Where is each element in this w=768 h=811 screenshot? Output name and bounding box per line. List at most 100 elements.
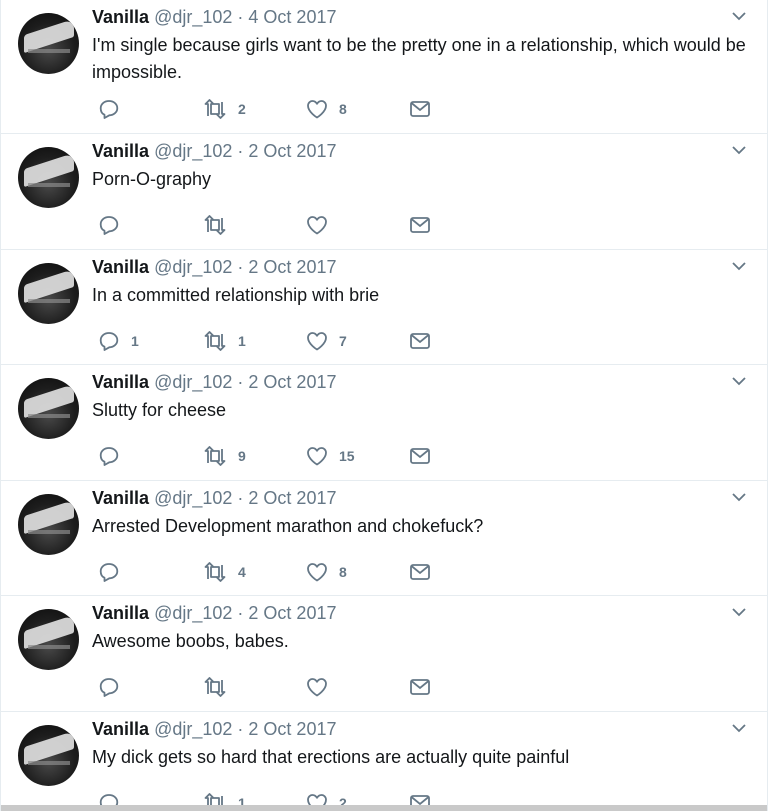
separator-dot: · bbox=[237, 257, 244, 277]
reply-icon bbox=[99, 678, 119, 697]
direct-message-button[interactable] bbox=[408, 444, 432, 468]
tweet-date[interactable]: 2 Oct 2017 bbox=[248, 603, 336, 623]
tweet-text: Porn-O-graphy bbox=[92, 169, 212, 189]
chevron-down-icon[interactable] bbox=[731, 144, 747, 156]
like-count: 8 bbox=[339, 101, 347, 117]
user-handle[interactable]: @djr_102 bbox=[154, 603, 232, 623]
direct-message-button[interactable] bbox=[408, 213, 432, 237]
retweet-button[interactable] bbox=[202, 213, 238, 237]
direct-message-button[interactable] bbox=[408, 329, 432, 353]
reply-button[interactable] bbox=[97, 97, 131, 121]
heart-icon bbox=[307, 678, 327, 697]
heart-icon bbox=[307, 100, 327, 119]
display-name[interactable]: Vanilla bbox=[92, 488, 149, 508]
retweet-icon bbox=[204, 99, 226, 119]
reply-button[interactable] bbox=[97, 213, 131, 237]
direct-message-button[interactable] bbox=[408, 560, 432, 584]
user-handle[interactable]: @djr_102 bbox=[154, 719, 232, 739]
tweet[interactable]: Vanilla @djr_102 · 2 Oct 2017 My dick ge… bbox=[1, 712, 767, 811]
envelope-icon bbox=[410, 564, 430, 580]
tweet-timeline: Vanilla @djr_102 · 4 Oct 2017 I'm single… bbox=[0, 0, 768, 811]
tweet-header: Vanilla @djr_102 · 2 Oct 2017 bbox=[92, 256, 336, 278]
user-handle[interactable]: @djr_102 bbox=[154, 488, 232, 508]
reply-button[interactable]: 1 bbox=[97, 329, 139, 353]
avatar[interactable] bbox=[18, 147, 79, 208]
display-name[interactable]: Vanilla bbox=[92, 372, 149, 392]
like-button[interactable] bbox=[305, 675, 339, 699]
retweet-button[interactable] bbox=[202, 675, 238, 699]
display-name[interactable]: Vanilla bbox=[92, 719, 149, 739]
user-handle[interactable]: @djr_102 bbox=[154, 372, 232, 392]
tweet-text: My dick gets so hard that erections are … bbox=[92, 747, 570, 767]
tweet[interactable]: Vanilla @djr_102 · 2 Oct 2017 Slutty for… bbox=[1, 365, 767, 481]
tweet[interactable]: Vanilla @djr_102 · 4 Oct 2017 I'm single… bbox=[1, 0, 767, 134]
reply-button[interactable] bbox=[97, 444, 131, 468]
tweet-date[interactable]: 2 Oct 2017 bbox=[248, 719, 336, 739]
tweet-date[interactable]: 2 Oct 2017 bbox=[248, 488, 336, 508]
direct-message-button[interactable] bbox=[408, 675, 432, 699]
retweet-button[interactable]: 1 bbox=[202, 329, 246, 353]
heart-icon bbox=[307, 216, 327, 235]
tweet-date[interactable]: 4 Oct 2017 bbox=[248, 7, 336, 27]
envelope-icon bbox=[410, 448, 430, 464]
display-name[interactable]: Vanilla bbox=[92, 141, 149, 161]
avatar[interactable] bbox=[18, 13, 79, 74]
retweet-icon bbox=[204, 677, 226, 697]
chevron-down-icon[interactable] bbox=[731, 606, 747, 618]
tweet-actions bbox=[97, 213, 497, 237]
display-name[interactable]: Vanilla bbox=[92, 7, 149, 27]
chevron-down-icon[interactable] bbox=[731, 722, 747, 734]
user-handle[interactable]: @djr_102 bbox=[154, 141, 232, 161]
tweet-date[interactable]: 2 Oct 2017 bbox=[248, 372, 336, 392]
like-button[interactable]: 15 bbox=[305, 444, 355, 468]
reply-icon bbox=[99, 100, 119, 119]
tweet-actions: 1 1 7 bbox=[97, 329, 497, 353]
tweet-text: In a committed relationship with brie bbox=[92, 285, 380, 305]
chevron-down-icon[interactable] bbox=[731, 10, 747, 22]
heart-icon bbox=[307, 332, 327, 351]
reply-button[interactable] bbox=[97, 560, 131, 584]
like-button[interactable]: 8 bbox=[305, 560, 347, 584]
tweet-text: I'm single because girls want to be the … bbox=[92, 35, 746, 82]
like-count: 8 bbox=[339, 564, 347, 580]
user-handle[interactable]: @djr_102 bbox=[154, 257, 232, 277]
retweet-icon bbox=[204, 215, 226, 235]
horizontal-scrollbar[interactable] bbox=[1, 805, 767, 811]
like-button[interactable] bbox=[305, 213, 339, 237]
retweet-button[interactable]: 2 bbox=[202, 97, 246, 121]
avatar[interactable] bbox=[18, 494, 79, 555]
avatar[interactable] bbox=[18, 725, 79, 786]
like-button[interactable]: 8 bbox=[305, 97, 347, 121]
tweet-text: Awesome boobs, babes. bbox=[92, 631, 289, 651]
tweet[interactable]: Vanilla @djr_102 · 2 Oct 2017 Arrested D… bbox=[1, 481, 767, 596]
retweet-button[interactable]: 9 bbox=[202, 444, 246, 468]
tweet-date[interactable]: 2 Oct 2017 bbox=[248, 257, 336, 277]
avatar[interactable] bbox=[18, 609, 79, 670]
retweet-icon bbox=[204, 562, 226, 582]
chevron-down-icon[interactable] bbox=[731, 491, 747, 503]
retweet-button[interactable]: 4 bbox=[202, 560, 246, 584]
avatar[interactable] bbox=[18, 378, 79, 439]
tweet[interactable]: Vanilla @djr_102 · 2 Oct 2017 In a commi… bbox=[1, 250, 767, 365]
chevron-down-icon[interactable] bbox=[731, 375, 747, 387]
tweet-date[interactable]: 2 Oct 2017 bbox=[248, 141, 336, 161]
retweet-count: 4 bbox=[238, 564, 246, 580]
direct-message-button[interactable] bbox=[408, 97, 432, 121]
like-count: 7 bbox=[339, 333, 347, 349]
tweet-header: Vanilla @djr_102 · 2 Oct 2017 bbox=[92, 140, 336, 162]
display-name[interactable]: Vanilla bbox=[92, 257, 149, 277]
heart-icon bbox=[307, 447, 327, 466]
display-name[interactable]: Vanilla bbox=[92, 603, 149, 623]
like-button[interactable]: 7 bbox=[305, 329, 347, 353]
tweet[interactable]: Vanilla @djr_102 · 2 Oct 2017 Porn-O-gra… bbox=[1, 134, 767, 250]
tweet[interactable]: Vanilla @djr_102 · 2 Oct 2017 Awesome bo… bbox=[1, 596, 767, 712]
avatar[interactable] bbox=[18, 263, 79, 324]
chevron-down-icon[interactable] bbox=[731, 260, 747, 272]
reply-button[interactable] bbox=[97, 675, 131, 699]
reply-icon bbox=[99, 216, 119, 235]
user-handle[interactable]: @djr_102 bbox=[154, 7, 232, 27]
separator-dot: · bbox=[237, 7, 244, 27]
tweet-text: Slutty for cheese bbox=[92, 400, 227, 420]
retweet-count: 2 bbox=[238, 101, 246, 117]
reply-icon bbox=[99, 447, 119, 466]
